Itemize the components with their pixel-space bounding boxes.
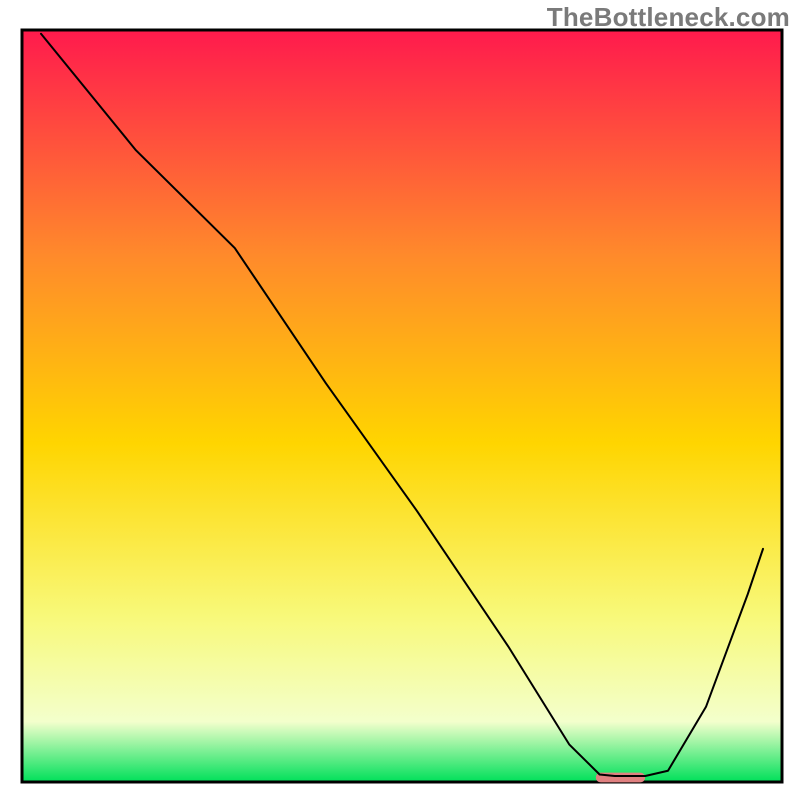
watermark-label: TheBottleneck.com bbox=[547, 2, 790, 33]
chart-container: TheBottleneck.com bbox=[0, 0, 800, 800]
plot-background bbox=[22, 30, 782, 782]
bottleneck-plot bbox=[0, 0, 800, 800]
